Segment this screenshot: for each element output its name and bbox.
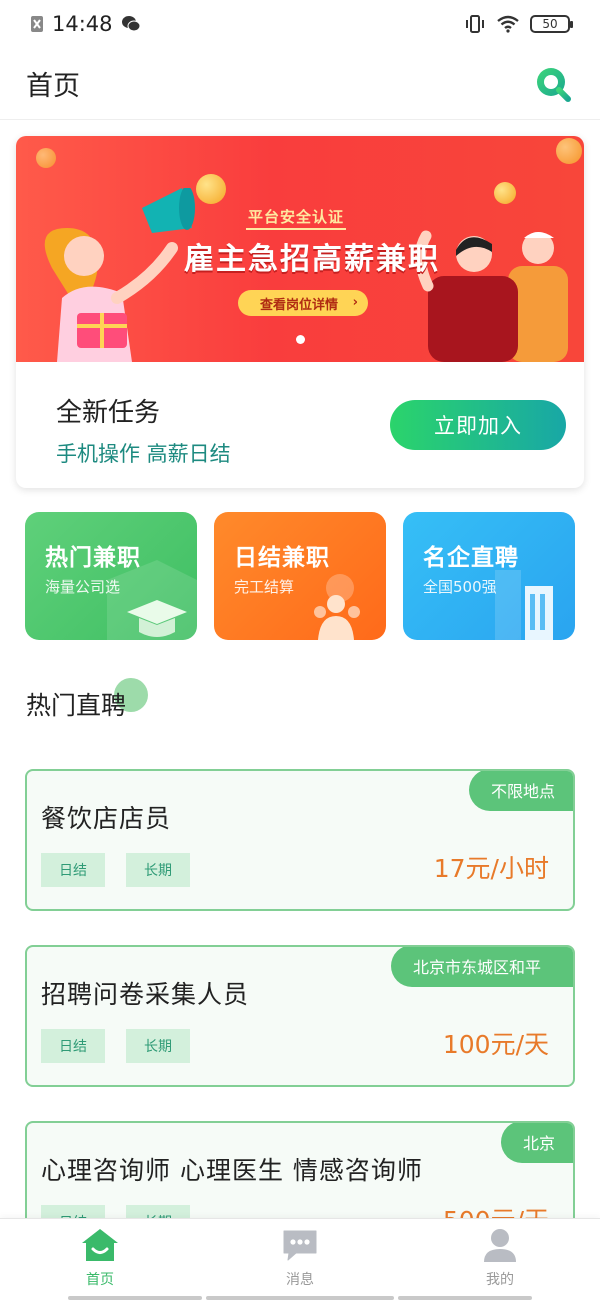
battery-indicator: 50	[530, 15, 573, 33]
promo-banner[interactable]: 平台安全认证 雇主急招高薪兼职 查看岗位详情 ›	[16, 136, 584, 362]
search-button[interactable]	[532, 63, 574, 105]
category-top-companies[interactable]: 名企直聘 全国500强	[403, 512, 575, 640]
job-tag: 日结	[41, 853, 105, 887]
bottom-nav: 首页 消息 我的	[0, 1218, 600, 1300]
status-bar: 14:48 50	[0, 0, 600, 48]
job-location-badge: 北京	[500, 1123, 573, 1163]
banner-title: 雇主急招高薪兼职	[184, 242, 440, 277]
category-title: 日结兼职	[234, 545, 330, 571]
category-subtitle: 全国500强	[423, 578, 497, 596]
job-card[interactable]: 餐饮店店员 日结 长期 17元/小时 不限地点	[25, 769, 575, 911]
wifi-icon	[496, 15, 520, 33]
nav-label: 消息	[286, 1272, 314, 1288]
home-icon	[82, 1229, 118, 1261]
job-salary: 17元/小时	[433, 854, 549, 883]
page-title: 首页	[26, 71, 80, 102]
banner-page-indicator	[296, 335, 305, 344]
status-time: 14:48	[52, 12, 113, 36]
section-title: 热门直聘	[26, 691, 127, 720]
job-location-badge: 北京市东城区和平	[391, 947, 573, 987]
woman-megaphone-illustration	[44, 188, 195, 362]
notification-icon	[30, 15, 44, 33]
battery-level: 50	[542, 17, 558, 31]
category-daily-pay[interactable]: 日结兼职 完工结算	[214, 512, 386, 640]
nav-label: 我的	[486, 1272, 514, 1288]
new-task-row: 全新任务 手机操作 高薪日结 立即加入	[16, 362, 584, 488]
job-title: 招聘问卷采集人员	[41, 980, 250, 1009]
nav-item-profile[interactable]: 我的	[400, 1219, 600, 1300]
category-subtitle: 海量公司选	[45, 578, 121, 596]
category-subtitle: 完工结算	[234, 578, 295, 596]
coin-decoration	[556, 138, 582, 164]
chevron-right-icon: ›	[352, 295, 359, 310]
banner-detail-button[interactable]: 查看岗位详情 ›	[238, 290, 369, 316]
nav-item-messages[interactable]: 消息	[200, 1219, 400, 1300]
wechat-icon	[121, 15, 141, 33]
job-tag: 日结	[41, 1029, 105, 1063]
coin-decoration	[494, 182, 516, 204]
job-location-badge: 不限地点	[468, 771, 573, 811]
job-title: 心理咨询师 心理医生 情感咨询师	[41, 1156, 423, 1185]
job-salary: 100元/天	[442, 1030, 549, 1059]
category-title: 名企直聘	[423, 545, 519, 571]
category-hot-parttime[interactable]: 热门兼职 海量公司选	[25, 512, 197, 640]
gesture-bar	[68, 1296, 202, 1300]
banner-card: 平台安全认证 雇主急招高薪兼职 查看岗位详情 › 全新任务 手机操作 高薪日结 …	[16, 136, 584, 488]
job-title: 餐饮店店员	[41, 804, 172, 833]
vibrate-icon	[464, 14, 486, 34]
category-title: 热门兼职	[45, 545, 141, 571]
search-icon	[537, 67, 571, 102]
team-icon	[314, 574, 360, 640]
job-tag: 长期	[126, 1029, 190, 1063]
gesture-bar	[398, 1296, 532, 1300]
task-subtitle: 手机操作 高薪日结	[56, 442, 231, 466]
banner-tag: 平台安全认证	[245, 208, 347, 230]
app-header: 首页	[0, 48, 600, 120]
gesture-bar	[206, 1296, 394, 1300]
job-tag: 长期	[126, 853, 190, 887]
join-now-button[interactable]: 立即加入	[390, 400, 566, 450]
banner-detail-label: 查看岗位详情	[260, 297, 339, 313]
nav-item-home[interactable]: 首页	[0, 1219, 200, 1300]
job-card[interactable]: 招聘问卷采集人员 日结 长期 100元/天 北京市东城区和平	[25, 945, 575, 1087]
nav-label: 首页	[86, 1272, 114, 1288]
chat-icon	[283, 1230, 317, 1261]
user-icon	[484, 1229, 516, 1262]
task-title: 全新任务	[56, 398, 161, 428]
coin-decoration	[36, 148, 56, 168]
